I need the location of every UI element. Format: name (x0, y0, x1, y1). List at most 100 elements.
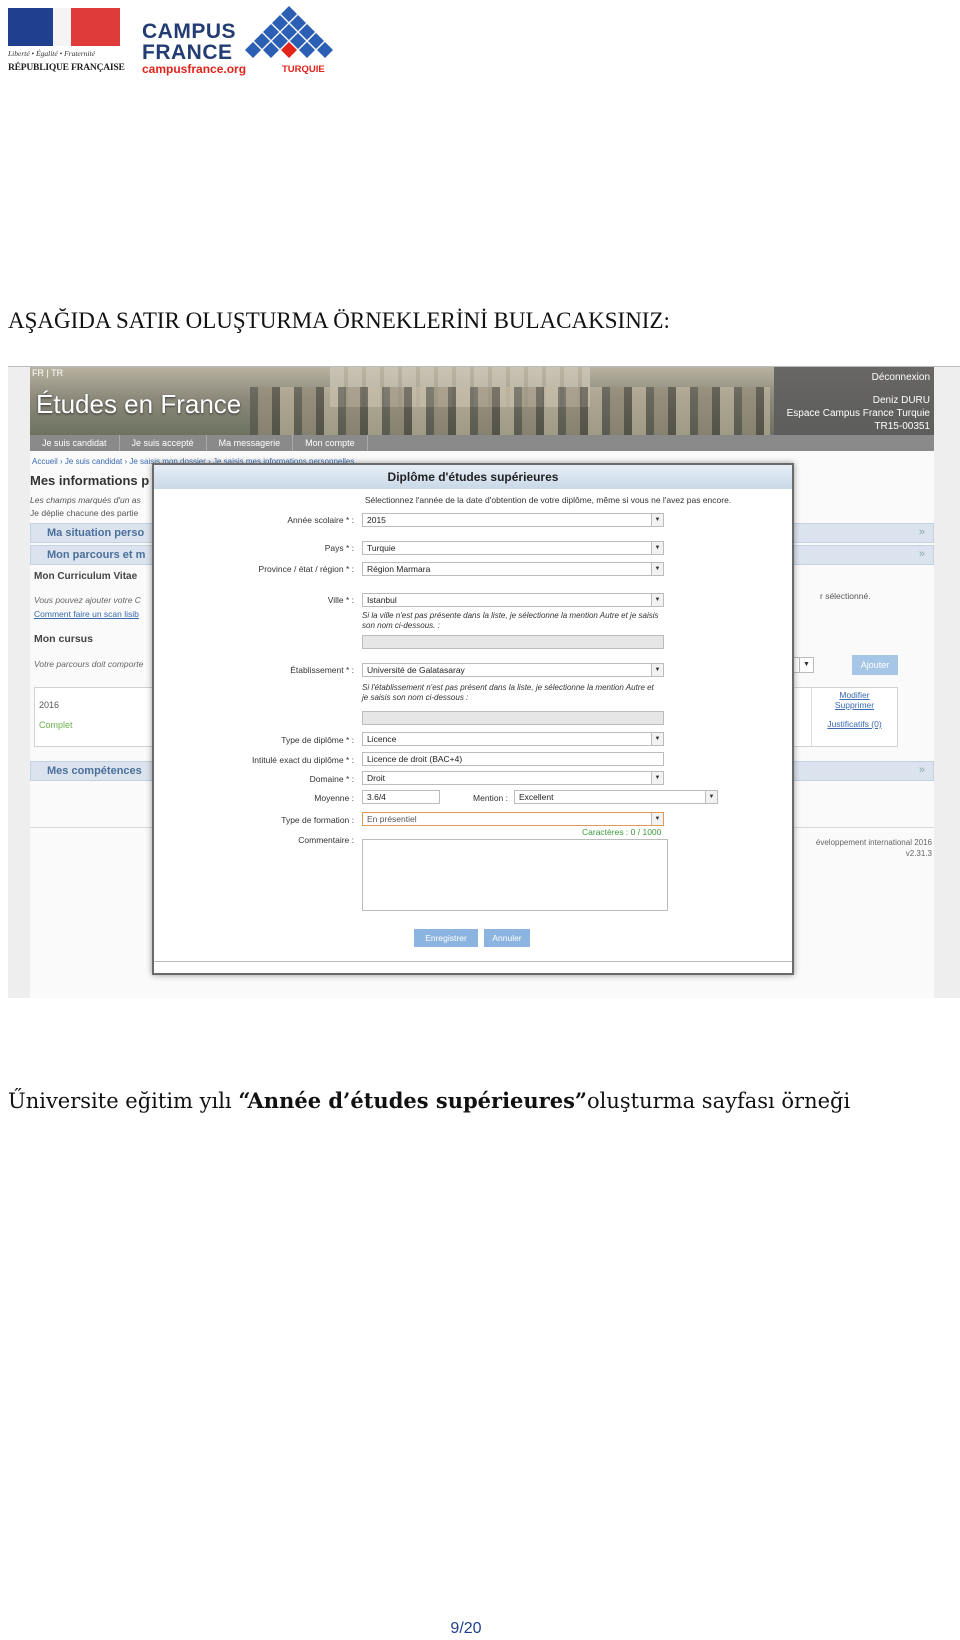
domaine-label: Domaine * : (309, 774, 354, 784)
cancel-button[interactable]: Annuler (484, 929, 530, 947)
ville-hint: Si la ville n'est pas présente dans la l… (362, 611, 659, 630)
character-counter: Caractères : 0 / 1000 (582, 827, 662, 837)
moyenne-value: 3.6/4 (367, 792, 386, 802)
user-box: Déconnexion Deniz DURU Espace Campus Fra… (774, 367, 934, 435)
chevron-down-icon: ▼ (705, 791, 717, 803)
chevron-down-icon: ▼ (651, 542, 663, 554)
annee-label: Année scolaire * : (287, 515, 354, 525)
chevron-down-icon: ▼ (651, 772, 663, 784)
diploma-dialog: Diplôme d'études supérieures Sélectionne… (152, 463, 794, 975)
campus-france-logo: CAMPUS FRANCE campusfrance.org TURQUIE (142, 6, 352, 78)
pays-value: Turquie (367, 543, 396, 553)
caption-intro: Űniversite eğitim yılı (8, 1089, 239, 1113)
tricolor-flag-icon (8, 8, 120, 46)
dialog-bottom-divider (154, 961, 792, 962)
section-heading: AŞAĞIDA SATIR OLUŞTURMA ÖRNEKLERİNİ BULA… (8, 308, 670, 333)
type-diplome-select[interactable]: Licence ▼ (362, 732, 664, 746)
page-title: Mes informations p (30, 473, 150, 488)
header-logos: Liberté • Égalité • Fraternité RÉPUBLIQU… (8, 6, 368, 78)
etablissement-other-input[interactable] (362, 711, 664, 725)
annee-value: 2015 (367, 515, 386, 525)
accordion-label: Mes compétences (47, 765, 142, 777)
delete-link[interactable]: Supprimer (812, 700, 897, 710)
cursus-title: Mon cursus (34, 633, 93, 645)
annee-select[interactable]: 2015 ▼ (362, 513, 664, 527)
language-switch[interactable]: FR | TR (32, 368, 63, 378)
footer-line1: éveloppement international 2016 (815, 838, 932, 847)
nav-item-compte[interactable]: Mon compte (293, 435, 368, 451)
dialog-intro: Sélectionnez l'année de la date d'obtent… (364, 495, 732, 505)
commentaire-label: Commentaire : (298, 835, 354, 845)
entry-status: Complet (39, 720, 73, 730)
main-nav: Je suis candidat Je suis accepté Ma mess… (30, 435, 934, 451)
add-button[interactable]: Ajouter (852, 655, 898, 675)
dialog-title: Diplôme d'études supérieures (154, 465, 792, 489)
cv-title: Mon Curriculum Vitae (34, 571, 138, 582)
republic-motto: Liberté • Égalité • Fraternité (8, 49, 95, 58)
domaine-select[interactable]: Droit ▼ (362, 771, 664, 785)
diamond-pattern-icon (245, 6, 333, 58)
page-note-required: Les champs marqués d'un as (30, 495, 141, 505)
etablissement-value: Université de Galatasaray (367, 665, 465, 675)
etablissement-hint: Si l'établissement n'est pas présent dan… (362, 683, 654, 702)
screenshot-page: FR | TR Études en France Déconnexion Den… (30, 367, 934, 998)
nav-item-accepte[interactable]: Je suis accepté (120, 435, 207, 451)
chevron-down-icon: ▼ (651, 514, 663, 526)
site-title: Études en France (36, 389, 242, 419)
footer-version: v2.31.3 (905, 849, 932, 858)
site-banner: FR | TR Études en France Déconnexion Den… (30, 367, 934, 435)
intitule-value: Licence de droit (BAC+4) (367, 754, 463, 764)
formation-value: En présentiel (367, 814, 417, 824)
cv-note: Vous pouvez ajouter votre C (34, 595, 141, 605)
mention-select[interactable]: Excellent ▼ (514, 790, 718, 804)
chevron-down-icon: ▼ (651, 664, 663, 676)
etablissement-label: Établissement * : (290, 665, 354, 675)
etablissement-select[interactable]: Université de Galatasaray ▼ (362, 663, 664, 677)
chevron-down-icon: ▼ (799, 658, 813, 672)
intitule-input[interactable]: Licence de droit (BAC+4) (362, 752, 664, 766)
pays-select[interactable]: Turquie ▼ (362, 541, 664, 555)
mention-label: Mention : (473, 793, 508, 803)
pays-label: Pays * : (324, 543, 354, 553)
formation-label: Type de formation : (281, 815, 354, 825)
page-note-expand: Je déplie chacune des partie (30, 508, 139, 518)
commentaire-textarea[interactable] (362, 839, 668, 911)
caption-end: oluşturma sayfası örneği (587, 1089, 851, 1113)
entry-actions: Modifier Supprimer Justificatifs (0) (811, 688, 897, 746)
user-space: Espace Campus France Turquie (786, 408, 930, 419)
nav-item-candidat[interactable]: Je suis candidat (30, 435, 120, 451)
province-label: Province / état / région * : (258, 564, 354, 574)
chevron-down-icon: ▼ (651, 733, 663, 745)
type-diplome-label: Type de diplôme * : (281, 735, 354, 745)
nav-item-messagerie[interactable]: Ma messagerie (207, 435, 294, 451)
moyenne-input[interactable]: 3.6/4 (362, 790, 440, 804)
user-id: TR15-00351 (874, 421, 930, 432)
ville-select[interactable]: Istanbul ▼ (362, 593, 664, 607)
domaine-value: Droit (367, 773, 385, 783)
ville-other-input[interactable] (362, 635, 664, 649)
entry-year: 2016 (39, 700, 60, 710)
modify-link[interactable]: Modifier (812, 690, 897, 700)
footer-text: éveloppement international 2016 v2.31.3 (816, 837, 932, 859)
province-select[interactable]: Région Marmara ▼ (362, 562, 664, 576)
intitule-label: Intitulé exact du diplôme * : (251, 755, 354, 765)
republic-name: RÉPUBLIQUE FRANÇAISE (8, 63, 125, 73)
campus-france-url: campusfrance.org (142, 62, 247, 76)
caption-emphasis: “Année d’études supérieures” (238, 1088, 588, 1113)
republique-francaise-logo: Liberté • Égalité • Fraternité RÉPUBLIQU… (8, 8, 125, 78)
logout-link[interactable]: Déconnexion (872, 371, 930, 384)
formation-select[interactable]: En présentiel ▼ (362, 812, 664, 826)
mention-value: Excellent (519, 792, 554, 802)
chevron-down-icon: ▼ (651, 563, 663, 575)
chevron-right-icon: » (918, 764, 925, 776)
application-screenshot: FR | TR Études en France Déconnexion Den… (8, 366, 960, 998)
selected-note: r sélectionné. (820, 591, 871, 601)
chevron-down-icon: ▼ (651, 813, 663, 825)
page-number: 9/20 (450, 1620, 482, 1637)
figure-caption: Űniversite eğitim yılı “Année d’études s… (8, 1088, 850, 1113)
proofs-link[interactable]: Justificatifs (0) (812, 719, 897, 729)
accordion-label: Mon parcours et m (47, 549, 146, 561)
chevron-down-icon: » (918, 548, 925, 560)
cv-help-link[interactable]: Comment faire un scan lisib (34, 609, 139, 619)
save-button[interactable]: Enregistrer (414, 929, 478, 947)
